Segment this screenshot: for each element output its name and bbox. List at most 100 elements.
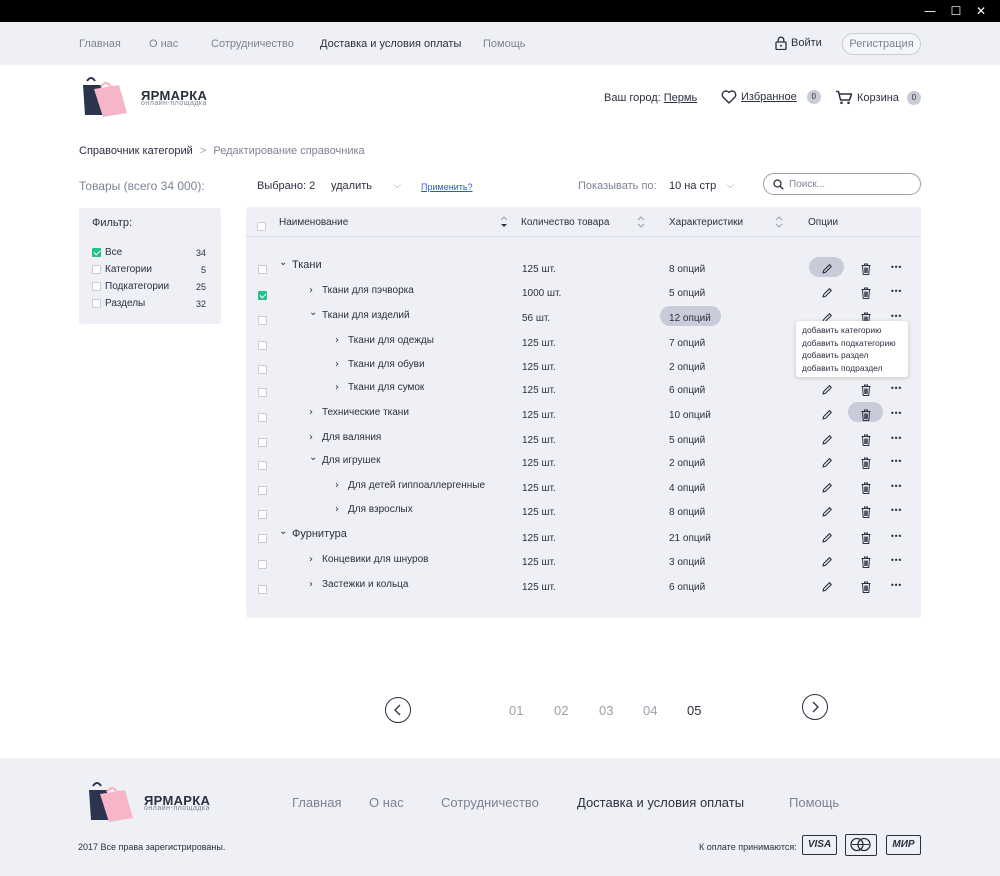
row-name[interactable]: › Технические ткани	[309, 407, 409, 418]
row-name[interactable]: › Ткани для пэчворка	[309, 285, 414, 296]
more-options-icon[interactable]: •••	[890, 581, 902, 590]
edit-pencil-icon[interactable]	[820, 383, 834, 402]
chevron-right-icon[interactable]: ›	[309, 579, 319, 590]
edit-pencil-icon[interactable]	[820, 433, 834, 452]
topnav-item-home[interactable]: Главная	[79, 38, 121, 50]
sort-icon[interactable]	[775, 215, 783, 229]
row-specs[interactable]: 8 опций	[669, 264, 705, 275]
column-quantity-header[interactable]: Количество товара	[521, 217, 609, 228]
edit-pencil-icon[interactable]	[820, 286, 834, 305]
filter-item-sections[interactable]: Разделы 32	[92, 298, 206, 309]
select-all-checkbox[interactable]	[257, 222, 266, 231]
delete-trash-icon[interactable]	[859, 383, 873, 402]
edit-pencil-icon[interactable]	[820, 408, 834, 427]
row-name[interactable]: › Для детей гиппоаллергенные	[335, 480, 485, 491]
maximize-icon[interactable]: ☐	[948, 3, 964, 19]
delete-trash-icon[interactable]	[859, 262, 873, 281]
more-options-icon[interactable]: •••	[890, 384, 902, 393]
edit-pencil-icon[interactable]	[820, 481, 834, 500]
more-options-icon[interactable]: •••	[890, 556, 902, 565]
chevron-right-icon[interactable]: ›	[335, 335, 345, 346]
sort-icon[interactable]	[637, 215, 645, 229]
chevron-right-icon[interactable]: ›	[335, 382, 345, 393]
edit-pencil-icon[interactable]	[820, 580, 834, 599]
column-specs-header[interactable]: Характеристики	[669, 217, 743, 228]
row-checkbox[interactable]	[258, 365, 267, 374]
row-specs[interactable]: 2 опций	[669, 362, 705, 373]
row-checkbox[interactable]	[258, 486, 267, 495]
menu-item-add-subcategory[interactable]: добавить подкатегорию	[802, 337, 902, 350]
row-name[interactable]: › Для взрослых	[335, 504, 413, 515]
row-specs[interactable]: 3 опций	[669, 557, 705, 568]
footer-nav-about[interactable]: О нас	[369, 795, 404, 810]
row-name[interactable]: ⌄ Фурнитура	[279, 526, 347, 541]
chevron-right-icon[interactable]: ›	[335, 359, 345, 370]
edit-pencil-icon[interactable]	[820, 531, 834, 550]
row-name[interactable]: › Концевики для шнуров	[309, 554, 428, 565]
footer-nav-help[interactable]: Помощь	[789, 795, 839, 810]
row-specs[interactable]: 21 опций	[669, 533, 711, 544]
page-1[interactable]: 01	[509, 703, 523, 718]
footer-brand-logo[interactable]: ЯРМАРКА онлайн-площадка	[85, 780, 210, 829]
edit-pencil-icon[interactable]	[820, 262, 834, 281]
chevron-down-icon[interactable]: ⌵	[727, 181, 734, 191]
delete-trash-icon[interactable]	[859, 456, 873, 475]
per-page-select[interactable]: 10 на стр	[669, 180, 716, 192]
search-box[interactable]	[763, 173, 921, 195]
page-4[interactable]: 04	[643, 703, 657, 718]
row-checkbox[interactable]	[258, 413, 267, 422]
city-value[interactable]: Пермь	[664, 92, 697, 104]
checkbox[interactable]	[92, 265, 101, 274]
row-name[interactable]: › Для валяния	[309, 432, 381, 443]
menu-item-add-category[interactable]: добавить категорию	[802, 324, 902, 337]
row-checkbox[interactable]	[258, 341, 267, 350]
more-options-icon[interactable]: •••	[890, 287, 902, 296]
filter-item-all[interactable]: Все 34	[92, 247, 206, 258]
chevron-down-icon[interactable]: ⌄	[309, 307, 319, 318]
row-checkbox[interactable]	[258, 438, 267, 447]
login-link[interactable]: Войти	[775, 36, 822, 50]
chevron-down-icon[interactable]: ⌵	[394, 181, 401, 191]
row-name[interactable]: › Ткани для обуви	[335, 359, 425, 370]
row-specs[interactable]: 12 опций	[669, 313, 711, 324]
bulk-action-select[interactable]: удалить	[331, 180, 372, 192]
brand-logo[interactable]: ЯРМАРКА онлайн-площадка	[79, 75, 207, 124]
edit-pencil-icon[interactable]	[820, 456, 834, 475]
chevron-down-icon[interactable]: ⌄	[309, 452, 319, 463]
footer-nav-partnership[interactable]: Сотрудничество	[441, 795, 539, 810]
row-checkbox[interactable]	[258, 316, 267, 325]
row-checkbox[interactable]	[258, 510, 267, 519]
close-icon[interactable]: ✕	[973, 3, 989, 19]
topnav-item-help[interactable]: Помощь	[483, 38, 526, 50]
prev-page-button[interactable]	[385, 697, 411, 723]
minimize-icon[interactable]: —	[922, 3, 938, 19]
filter-item-categories[interactable]: Категории 5	[92, 264, 206, 275]
row-specs[interactable]: 6 опций	[669, 385, 705, 396]
row-checkbox-checked[interactable]	[258, 291, 267, 300]
more-options-icon[interactable]: •••	[890, 506, 902, 515]
chevron-right-icon[interactable]: ›	[335, 480, 345, 491]
next-page-button[interactable]	[802, 694, 828, 720]
chevron-right-icon[interactable]: ›	[309, 432, 319, 443]
search-input[interactable]	[789, 178, 909, 190]
favorites-link[interactable]: Избранное 0	[721, 90, 821, 104]
row-specs[interactable]: 5 опций	[669, 288, 705, 299]
delete-trash-icon[interactable]	[859, 555, 873, 574]
row-specs[interactable]: 8 опций	[669, 507, 705, 518]
chevron-down-icon[interactable]: ⌄	[279, 526, 289, 537]
row-specs[interactable]: 10 опций	[669, 410, 711, 421]
menu-item-add-section[interactable]: добавить раздел	[802, 349, 902, 362]
row-name[interactable]: ⌄ Ткани для изделий	[309, 307, 410, 321]
menu-item-add-subsection[interactable]: добавить подраздел	[802, 362, 902, 375]
edit-pencil-icon[interactable]	[820, 505, 834, 524]
page-2[interactable]: 02	[554, 703, 568, 718]
row-checkbox[interactable]	[258, 560, 267, 569]
page-3[interactable]: 03	[599, 703, 613, 718]
row-checkbox[interactable]	[258, 534, 267, 543]
row-name[interactable]: › Застежки и кольца	[309, 579, 408, 590]
page-5-current[interactable]: 05	[687, 703, 701, 718]
more-options-icon[interactable]: •••	[890, 457, 902, 466]
delete-trash-icon[interactable]	[859, 286, 873, 305]
topnav-item-about[interactable]: О нас	[149, 38, 178, 50]
row-name[interactable]: › Ткани для сумок	[335, 382, 424, 393]
